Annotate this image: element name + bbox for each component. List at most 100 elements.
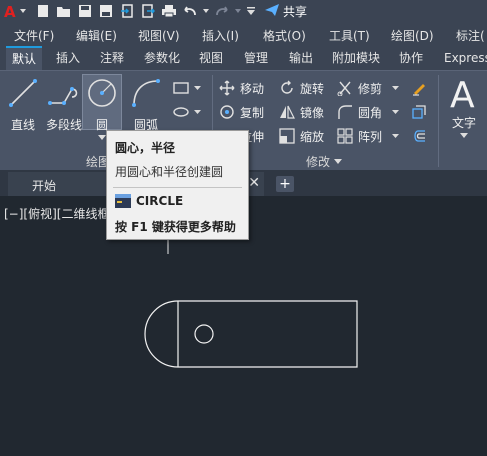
rectangle-icon: [172, 79, 190, 97]
menu-insert[interactable]: 插入(I): [202, 27, 239, 44]
explode-icon: [410, 103, 428, 121]
undo-icon[interactable]: [181, 2, 199, 20]
move-icon: [218, 79, 236, 97]
import-icon[interactable]: [118, 2, 136, 20]
move-label: 移动: [240, 81, 265, 96]
menu-view[interactable]: 视图(V): [138, 27, 180, 44]
modify-panel-label: 修改: [306, 155, 331, 169]
modify-panel-expander[interactable]: 修改: [306, 153, 343, 170]
save-as-icon[interactable]: [97, 2, 115, 20]
fillet-button[interactable]: 圆角: [336, 103, 400, 121]
polyline-icon: [48, 87, 78, 105]
erase-icon: [410, 79, 428, 97]
command-icon: [115, 194, 131, 208]
fillet-dropdown-icon[interactable]: [392, 109, 400, 115]
mirror-icon: [278, 103, 296, 121]
rotate-label: 旋转: [300, 81, 325, 96]
rotate-icon: [278, 79, 296, 97]
tab-manage[interactable]: 管理: [238, 46, 274, 70]
modify-dropdown-icon: [334, 158, 343, 164]
menu-draw[interactable]: 绘图(D): [391, 27, 434, 44]
tooltip-divider: [113, 187, 242, 188]
polyline-button[interactable]: 多段线: [44, 77, 84, 133]
new-icon[interactable]: [34, 2, 52, 20]
offset-button[interactable]: [410, 127, 432, 145]
panel-divider-2: [438, 75, 439, 167]
ellipse-dropdown-icon[interactable]: [194, 109, 201, 115]
menu-edit[interactable]: 编辑(E): [76, 27, 117, 44]
mirror-button[interactable]: 镜像: [278, 103, 324, 121]
erase-button[interactable]: [410, 79, 432, 97]
tab-insert[interactable]: 插入: [50, 46, 86, 70]
open-icon[interactable]: [55, 2, 73, 20]
menu-tools[interactable]: 工具(T): [329, 27, 370, 44]
tab-output[interactable]: 输出: [283, 46, 319, 70]
array-dropdown-icon[interactable]: [392, 133, 400, 139]
explode-button[interactable]: [410, 103, 432, 121]
tab-home[interactable]: 默认: [6, 46, 43, 70]
slot-outline[interactable]: [144, 300, 358, 368]
svg-text:A: A: [450, 75, 475, 111]
tab-parametric[interactable]: 参数化: [138, 46, 186, 70]
tab-addins[interactable]: 附加模块: [326, 46, 386, 70]
text-label: 文字: [451, 116, 476, 130]
text-button[interactable]: A 文字: [446, 73, 482, 139]
line-button[interactable]: 直线: [6, 77, 40, 133]
offset-icon: [410, 127, 428, 145]
move-button[interactable]: 移动: [218, 79, 264, 97]
plus-icon: +: [279, 176, 291, 192]
tooltip-command-name: CIRCLE: [136, 194, 184, 208]
trim-button[interactable]: 修剪: [336, 79, 400, 97]
redo-icon[interactable]: [213, 2, 231, 20]
app-logo[interactable]: A: [0, 0, 34, 22]
tab-express[interactable]: Express: [438, 46, 487, 70]
print-icon[interactable]: [160, 2, 178, 20]
arc-icon: [132, 79, 160, 107]
tooltip-description: 用圆心和半径创建圆: [115, 165, 224, 179]
trim-dropdown-icon[interactable]: [392, 85, 400, 91]
document-tab-title: 开始: [32, 179, 57, 193]
trim-label: 修剪: [358, 81, 383, 96]
undo-dropdown-icon[interactable]: [202, 2, 210, 20]
menu-file[interactable]: 文件(F): [14, 27, 54, 44]
export-icon[interactable]: [139, 2, 157, 20]
share-icon: [264, 3, 280, 20]
save-icon[interactable]: [76, 2, 94, 20]
scale-label: 缩放: [300, 129, 325, 144]
circle-dropdown-icon[interactable]: [98, 135, 106, 141]
line-icon: [9, 79, 37, 107]
tab-collaborate[interactable]: 协作: [393, 46, 429, 70]
tab-view[interactable]: 视图: [193, 46, 229, 70]
fillet-icon: [336, 103, 354, 121]
rotate-button[interactable]: 旋转: [278, 79, 324, 97]
hole-circle[interactable]: [194, 324, 214, 344]
redo-dropdown-icon[interactable]: [234, 2, 242, 20]
quick-access-toolbar: A 共享: [0, 0, 487, 22]
circle-icon: [88, 79, 116, 107]
ellipse-icon: [172, 103, 190, 121]
tooltip-title: 圆心，半径: [115, 141, 176, 155]
tab-annotate[interactable]: 注释: [94, 46, 130, 70]
menu-dimension[interactable]: 标注(: [456, 27, 485, 44]
share-button[interactable]: 共享: [264, 3, 307, 20]
close-icon[interactable]: ✕: [248, 175, 260, 191]
new-tab-button[interactable]: +: [276, 176, 294, 192]
ribbon-tabs: 默认 插入 注释 参数化 视图 管理 输出 附加模块 协作 Express: [0, 46, 487, 70]
array-label: 阵列: [358, 129, 383, 144]
menu-format[interactable]: 格式(O): [263, 27, 306, 44]
ellipse-button[interactable]: [172, 103, 201, 121]
customize-dropdown-icon[interactable]: [245, 2, 257, 20]
copy-button[interactable]: 复制: [218, 103, 264, 121]
circle-tooltip: 圆心，半径 用圆心和半径创建圆 CIRCLE 按 F1 键获得更多帮助: [106, 130, 249, 240]
arc-button[interactable]: 圆弧: [128, 77, 164, 133]
rectangle-button[interactable]: [172, 79, 201, 97]
text-dropdown-icon[interactable]: [460, 133, 468, 139]
copy-icon: [218, 103, 236, 121]
rectangle-dropdown-icon[interactable]: [194, 85, 201, 91]
trim-icon: [336, 79, 354, 97]
tooltip-command: CIRCLE: [115, 194, 183, 208]
scale-button[interactable]: 缩放: [278, 127, 324, 145]
scale-icon: [278, 127, 296, 145]
copy-label: 复制: [240, 105, 265, 120]
array-button[interactable]: 阵列: [336, 127, 400, 145]
